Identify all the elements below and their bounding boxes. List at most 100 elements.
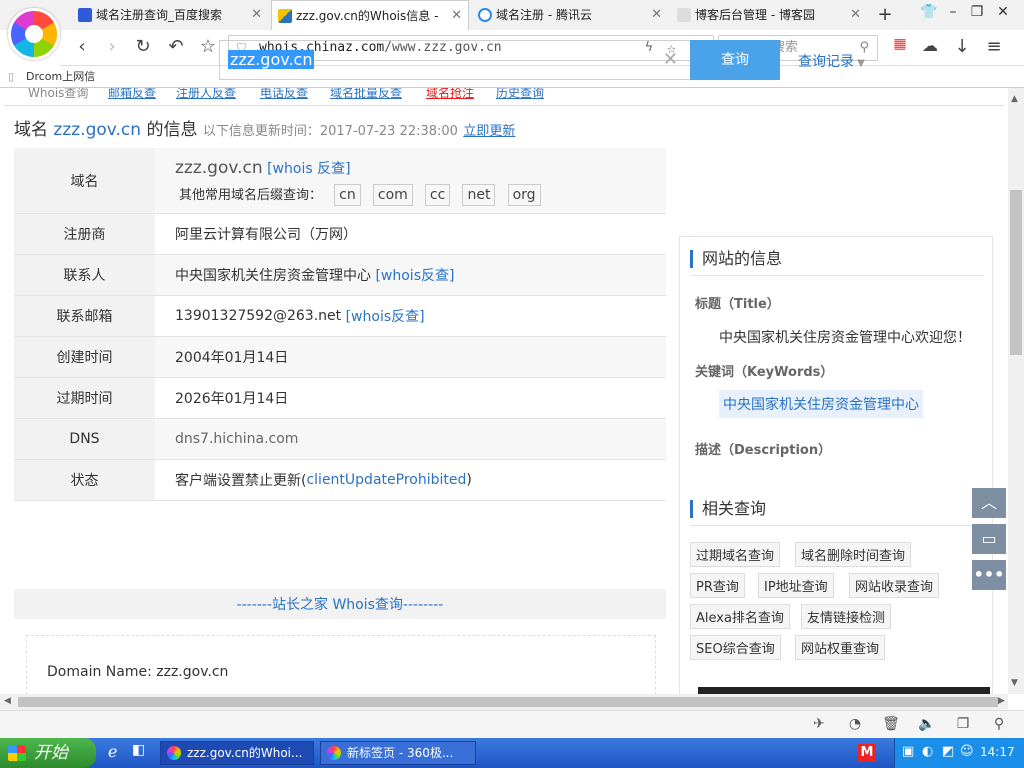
vertical-scroll-thumb[interactable] [1010, 190, 1022, 355]
subnav-whois[interactable]: Whois查询 [28, 88, 88, 101]
expire-value: 2026年01月14日 [175, 391, 289, 407]
start-button[interactable]: 开始 [0, 738, 96, 768]
tab-baidu[interactable]: 域名注册查询_百度搜索 ✕ [72, 0, 268, 30]
feedback-icon[interactable]: ▭ [972, 524, 1006, 554]
page-icon: ▯ [8, 70, 15, 83]
table-row-created: 创建时间 2004年01月14日 [14, 337, 666, 378]
speed-icon[interactable]: ◔ [844, 716, 866, 732]
close-icon[interactable]: ✕ [651, 0, 662, 30]
tld-org[interactable]: org [507, 184, 541, 206]
scroll-left-icon[interactable]: ◀ [4, 696, 11, 706]
zoom-icon[interactable]: ⚲ [988, 716, 1010, 732]
tab-tencent[interactable]: 域名注册 - 腾讯云 ✕ [472, 0, 668, 30]
close-icon[interactable]: ✕ [451, 1, 462, 30]
update-now-link[interactable]: 立即更新 [463, 124, 515, 139]
status-close: ) [466, 472, 472, 488]
tab-label: 博客后台管理 - 博客园 [695, 8, 815, 22]
window-close-icon[interactable]: ✕ [992, 4, 1014, 20]
row-label: 域名 [14, 148, 155, 213]
ime-icon[interactable]: ◩ [942, 744, 954, 759]
whois-reverse-link[interactable]: [whois 反查] [267, 161, 350, 177]
related-link[interactable]: 网站收录查询 [849, 573, 940, 598]
related-link[interactable]: 网站权重查询 [795, 635, 886, 660]
tld-cc[interactable]: cc [424, 184, 451, 206]
volume-icon[interactable]: 🔈 [916, 716, 938, 732]
m-app-icon[interactable]: M [858, 744, 876, 762]
network-icon[interactable]: ▣ [902, 744, 914, 759]
browser-logo-icon[interactable] [8, 8, 60, 60]
task-newtab[interactable]: 新标签页 - 360极... [320, 741, 476, 765]
domain-input[interactable]: zzz.gov.cn ✕ [219, 40, 691, 80]
query-button[interactable]: 查询 [690, 40, 780, 80]
email-reverse-link[interactable]: [whois反查] [346, 306, 425, 326]
cloud-sync-icon[interactable]: ☁ [918, 36, 942, 55]
bookmark-item[interactable]: Drcom上网信 [26, 70, 95, 83]
download-icon[interactable]: ↓ [950, 36, 974, 57]
related-link[interactable]: Alexa排名查询 [690, 604, 790, 629]
related-link[interactable]: 过期域名查询 [690, 542, 781, 567]
browser-icon [167, 746, 181, 760]
clear-icon[interactable]: ✕ [663, 41, 678, 79]
scroll-right-icon[interactable]: ▶ [998, 696, 1005, 706]
page-title: 域名 zzz.gov.cn 的信息 以下信息更新时间：2017-07-23 22… [14, 115, 515, 140]
subnav-email[interactable]: 邮箱反查 [108, 88, 156, 101]
status-text: 客户端设置禁止更新( [175, 473, 307, 489]
reload-icon[interactable]: ↻ [131, 36, 155, 57]
tab-whois[interactable]: zzz.gov.cn的Whois信息 - ✕ [271, 0, 469, 30]
contact-reverse-link[interactable]: [whois反查] [375, 265, 454, 285]
back-to-top-icon[interactable]: ︿ [972, 488, 1006, 518]
undo-icon[interactable]: ↶ [164, 36, 188, 57]
sound-icon[interactable]: ◐ [922, 744, 933, 759]
pin-icon[interactable]: ✈ [808, 716, 830, 732]
windows-logo-icon [8, 745, 26, 761]
ie-icon[interactable]: ℯ [108, 742, 117, 761]
tab-cnblogs[interactable]: 博客后台管理 - 博客园 ✕ [671, 0, 867, 30]
task-whois[interactable]: zzz.gov.cn的Whoi... [160, 741, 314, 765]
more-icon[interactable]: ••• [972, 560, 1006, 590]
row-label: 联系人 [14, 255, 155, 295]
table-row-dns: DNS dns7.hichina.com [14, 419, 666, 460]
tab-label: 域名注册 - 腾讯云 [496, 8, 592, 22]
subnav-snap[interactable]: 域名抢注 [426, 88, 474, 101]
related-link[interactable]: SEO综合查询 [690, 635, 781, 660]
trash-icon[interactable]: 🗑 [880, 716, 902, 732]
vertical-scrollbar[interactable] [1008, 88, 1024, 694]
star-icon[interactable]: ☆ [196, 36, 220, 57]
subnav-batch[interactable]: 域名批量反查 [330, 88, 402, 101]
apps-grid-icon[interactable]: ▦ [888, 36, 912, 52]
forward-icon[interactable]: › [100, 36, 124, 57]
status-bar [0, 710, 1024, 738]
row-label: 过期时间 [14, 378, 155, 418]
close-icon[interactable]: ✕ [251, 0, 262, 30]
tld-com[interactable]: com [372, 184, 413, 206]
tld-net[interactable]: net [462, 184, 496, 206]
query-history-link[interactable]: 查询记录 ▼ [798, 51, 865, 71]
menu-icon[interactable]: ≡ [982, 36, 1006, 57]
scroll-down-icon[interactable]: ▼ [1011, 678, 1018, 688]
related-link[interactable]: PR查询 [690, 573, 745, 598]
related-link[interactable]: IP地址查询 [758, 573, 834, 598]
related-title: 相关查询 [690, 500, 766, 518]
quicklaunch-icon[interactable]: ◧ [132, 742, 145, 758]
subnav-history[interactable]: 历史查询 [496, 88, 544, 101]
tld-cn[interactable]: cn [334, 184, 361, 206]
security-icon[interactable]: ☺ [960, 744, 974, 759]
email-value: 13901327592@263.net [175, 308, 342, 324]
paw-icon [78, 8, 92, 22]
shirt-icon[interactable]: 👕 [918, 4, 940, 20]
back-icon[interactable]: ‹ [70, 36, 94, 57]
horizontal-scroll-thumb[interactable] [18, 697, 998, 707]
window-icon[interactable]: ❐ [952, 716, 974, 732]
subnav-phone[interactable]: 电话反查 [260, 88, 308, 101]
minimize-icon[interactable]: – [942, 4, 964, 20]
row-value: 客户端设置禁止更新(clientUpdateProhibited) [155, 460, 666, 500]
related-link[interactable]: 域名删除时间查询 [795, 542, 912, 567]
new-tab-icon[interactable]: + [874, 4, 896, 25]
close-icon[interactable]: ✕ [850, 0, 861, 30]
scroll-up-icon[interactable]: ▲ [1011, 94, 1018, 104]
restore-icon[interactable]: ❐ [966, 4, 988, 20]
title-label: 标题（Title） [695, 297, 780, 312]
related-link[interactable]: 友情链接检测 [801, 604, 892, 629]
status-code-link[interactable]: clientUpdateProhibited [306, 472, 466, 488]
subnav-registrant[interactable]: 注册人反查 [176, 88, 236, 101]
